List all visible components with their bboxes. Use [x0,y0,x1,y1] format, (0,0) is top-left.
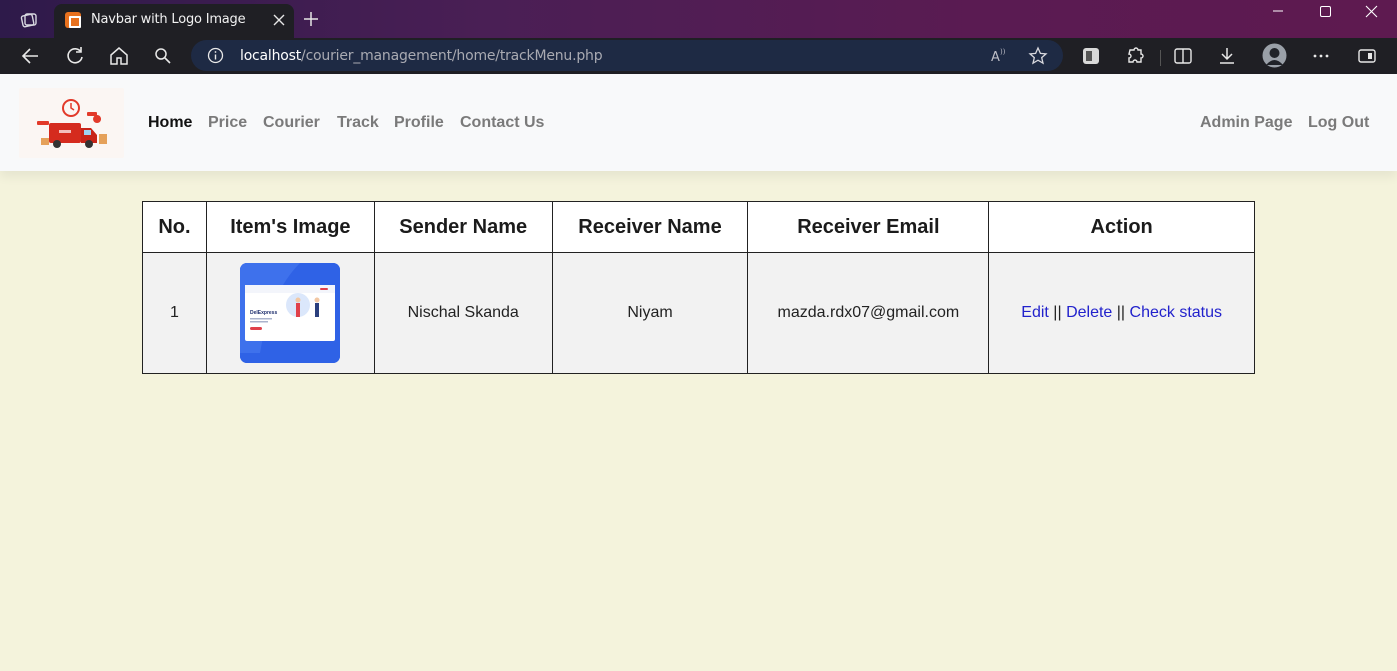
nav-log-out[interactable]: Log Out [1308,114,1369,132]
url-path: /courier_management/home/trackMenu.php [301,48,603,64]
nav-admin-page[interactable]: Admin Page [1200,114,1292,132]
new-tab-icon[interactable] [302,10,320,28]
delivery-truck-icon [19,88,124,158]
refresh-icon[interactable] [64,45,86,67]
minimize-icon[interactable] [1255,0,1301,24]
tab-title: Navbar with Logo Image [91,12,246,27]
sidebar-toggle-icon[interactable] [1356,45,1378,67]
browser-toolbar: localhost/courier_management/home/trackM… [0,38,1397,74]
item-image-icon: DelExpress [240,263,341,363]
cell-sender-name: Nischal Skanda [373,252,553,374]
nav-price[interactable]: Price [208,114,247,132]
maximize-icon[interactable] [1302,0,1348,24]
browser-tab[interactable]: Navbar with Logo Image [54,4,294,38]
url-text[interactable]: localhost/courier_management/home/trackM… [240,48,603,64]
header-action: Action [988,201,1255,253]
extensions-icon[interactable] [1124,45,1146,67]
check-status-link[interactable]: Check status [1130,304,1222,321]
address-bar[interactable]: localhost/courier_management/home/trackM… [191,40,1063,71]
split-screen-icon[interactable] [1172,45,1194,67]
close-window-icon[interactable] [1348,0,1394,24]
site-info-icon[interactable] [207,47,224,64]
close-tab-icon[interactable] [270,11,288,29]
cell-actions: Edit || Delete || Check status [988,252,1255,374]
svg-text:DelExpress: DelExpress [250,310,277,316]
browser-title-bar: Navbar with Logo Image [0,0,1397,38]
courier-logo[interactable] [19,88,124,158]
nav-contact-us[interactable]: Contact Us [460,114,544,132]
nav-profile[interactable]: Profile [394,114,444,132]
action-separator: || [1053,304,1062,321]
favorite-star-icon[interactable] [1028,46,1048,66]
home-icon[interactable] [108,45,130,67]
search-icon[interactable] [152,45,174,67]
profile-avatar-icon[interactable] [1262,43,1287,68]
header-sender-name: Sender Name [373,201,553,253]
more-options-icon[interactable] [1310,45,1332,67]
workspaces-icon[interactable] [18,9,40,31]
delete-link[interactable]: Delete [1066,304,1112,321]
svg-text:)): )) [1000,48,1006,56]
downloads-icon[interactable] [1216,45,1238,67]
header-receiver-name: Receiver Name [551,201,749,253]
cell-no: 1 [142,252,207,374]
action-separator: || [1116,304,1126,321]
svg-text:A: A [991,50,1000,65]
cell-item-image: DelExpress [205,252,375,374]
nav-track[interactable]: Track [337,114,379,132]
courier-table-container: No. Item's Image Sender Name Receiver Na… [142,201,1255,374]
back-icon[interactable] [20,45,42,67]
toolbar-divider [1160,50,1161,66]
url-host: localhost [240,48,302,64]
read-aloud-icon[interactable]: A )) [988,46,1008,66]
edit-link[interactable]: Edit [1021,304,1049,321]
xampp-favicon-icon [65,12,81,28]
table-header-row: No. Item's Image Sender Name Receiver Na… [142,201,1255,253]
header-no: No. [142,201,207,253]
item-image: DelExpress [240,263,341,363]
site-navbar: Home Price Courier Track Profile Contact… [0,74,1397,171]
cell-receiver-name: Niyam [551,252,749,374]
extension-app-icon[interactable] [1080,45,1102,67]
nav-home[interactable]: Home [148,114,192,132]
header-item-image: Item's Image [205,201,375,253]
cell-receiver-email: mazda.rdx07@gmail.com [747,252,990,374]
nav-courier[interactable]: Courier [263,114,320,132]
courier-table: No. Item's Image Sender Name Receiver Na… [142,201,1255,374]
table-row: 1 DelExpress Nischal Skanda Niyam mazda.… [142,252,1255,374]
header-receiver-email: Receiver Email [747,201,990,253]
